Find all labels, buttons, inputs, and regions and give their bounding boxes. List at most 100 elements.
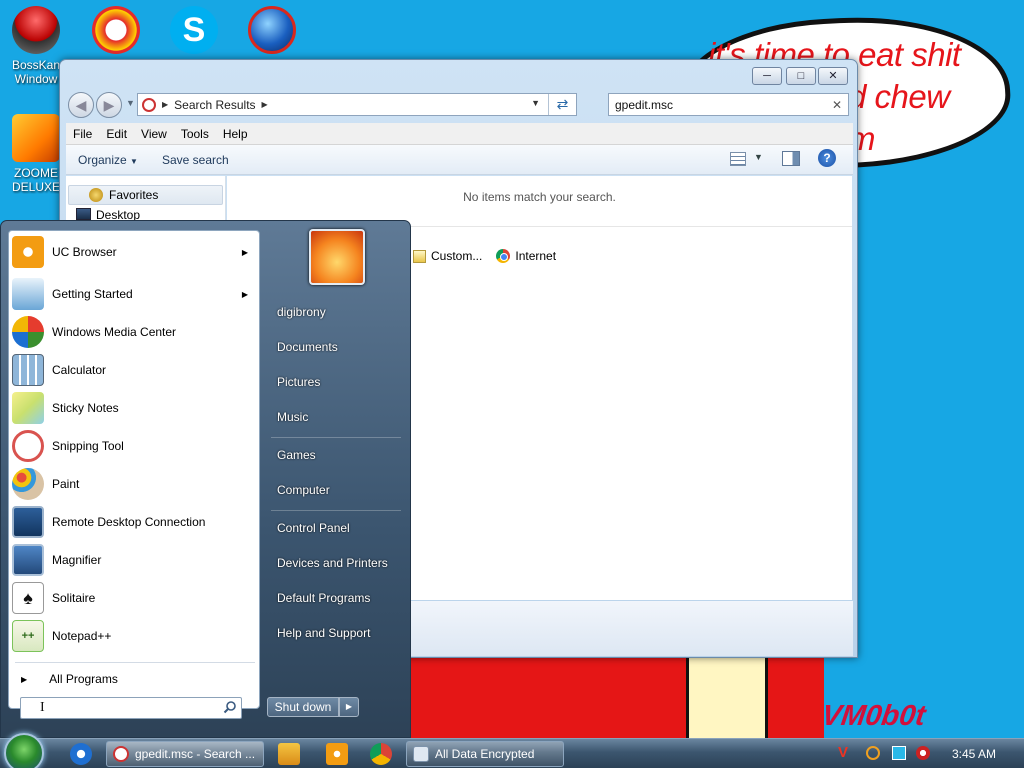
help-icon[interactable]: ? xyxy=(818,149,836,167)
tray-v-icon[interactable]: V xyxy=(838,745,852,760)
program-label: Calculator xyxy=(52,363,107,377)
taskbar-window-gpedit-search[interactable]: gpedit.msc - Search ... xyxy=(106,741,264,767)
shutdown-button[interactable]: Shut down xyxy=(267,697,339,717)
program-calculator[interactable]: Calculator xyxy=(12,352,258,388)
start-item-user[interactable]: digibrony xyxy=(277,305,326,319)
user-picture[interactable] xyxy=(309,229,365,285)
start-search-input[interactable] xyxy=(20,697,242,719)
taskbar: gpedit.msc - Search ... All Data Encrypt… xyxy=(0,733,1024,768)
recent-pages-dropdown[interactable]: ▼ xyxy=(126,98,135,108)
search-input[interactable]: gpedit.msc ✕ xyxy=(608,93,849,116)
command-bar: Organize ▼ Save search ▼ ? xyxy=(66,145,853,175)
program-label: Remote Desktop Connection xyxy=(52,515,206,529)
minimize-button[interactable]: ─ xyxy=(752,67,782,85)
search-again-internet[interactable]: Internet xyxy=(496,249,556,263)
start-button[interactable] xyxy=(4,733,44,768)
search-again-label: Internet xyxy=(515,249,557,263)
internet-explorer-icon[interactable] xyxy=(70,743,92,765)
breadcrumb-search-results[interactable]: Search Results xyxy=(174,98,255,112)
back-button[interactable]: ◀ xyxy=(68,92,94,118)
divider xyxy=(15,662,255,663)
search-again-custom[interactable]: Custom... xyxy=(413,249,482,263)
start-item-pictures[interactable]: Pictures xyxy=(277,375,320,389)
start-item-devices-and-printers[interactable]: Devices and Printers xyxy=(277,556,388,570)
desktop-icon-globe[interactable] xyxy=(236,0,308,58)
save-search-button[interactable]: Save search xyxy=(150,153,241,167)
start-item-computer[interactable]: Computer xyxy=(277,483,330,497)
view-dropdown-icon[interactable]: ▼ xyxy=(754,152,763,162)
preview-pane-icon[interactable] xyxy=(782,151,800,166)
program-label: Sticky Notes xyxy=(52,401,119,415)
submenu-arrow-icon[interactable]: ▶ xyxy=(242,248,248,257)
program-uc-browser[interactable]: UC Browser ▶ xyxy=(12,234,258,270)
submenu-arrow-icon[interactable]: ▶ xyxy=(242,290,248,299)
program-notepad-plus-plus[interactable]: ++ Notepad++ xyxy=(12,618,258,654)
program-solitaire[interactable]: ♠ Solitaire xyxy=(12,580,258,616)
menu-file[interactable]: File xyxy=(66,127,99,141)
start-item-help-and-support[interactable]: Help and Support xyxy=(277,626,370,640)
view-options-icon[interactable] xyxy=(730,152,746,166)
address-dropdown[interactable]: ▼ xyxy=(531,98,540,108)
divider xyxy=(271,510,401,511)
globe-icon xyxy=(248,6,296,54)
program-paint[interactable]: Paint xyxy=(12,466,258,502)
media-player-icon[interactable] xyxy=(278,743,300,765)
program-windows-media-center[interactable]: Windows Media Center xyxy=(12,314,258,350)
program-label: Paint xyxy=(52,477,80,491)
start-item-control-panel[interactable]: Control Panel xyxy=(277,521,350,535)
uc-browser-icon[interactable] xyxy=(326,743,348,765)
program-magnifier[interactable]: Magnifier xyxy=(12,542,258,578)
tray-display-icon[interactable] xyxy=(892,746,906,760)
menu-tools[interactable]: Tools xyxy=(174,127,216,141)
desktop-icon-skype[interactable]: S xyxy=(158,0,230,58)
chrome-icon xyxy=(496,249,511,263)
magnifier-icon xyxy=(12,544,44,576)
taskbar-window-all-data-encrypted[interactable]: All Data Encrypted xyxy=(406,741,564,767)
start-menu: UC Browser ▶ Getting Started ▶ Windows M… xyxy=(0,220,411,738)
menu-bar: File Edit View Tools Help xyxy=(66,123,853,145)
p-app-icon xyxy=(92,6,140,54)
tray-record-icon[interactable] xyxy=(916,746,930,760)
program-label: Magnifier xyxy=(52,553,102,567)
clock[interactable]: 3:45 AM xyxy=(952,747,996,761)
program-getting-started[interactable]: Getting Started ▶ xyxy=(12,276,258,312)
breadcrumb-arrow-icon[interactable]: ▶ xyxy=(262,100,268,109)
text-cursor-icon: I xyxy=(40,700,45,715)
desktop-icon xyxy=(76,208,91,220)
maximize-button[interactable]: □ xyxy=(786,67,816,85)
all-programs-button[interactable]: ▶ All Programs xyxy=(17,668,253,690)
start-item-default-programs[interactable]: Default Programs xyxy=(277,591,370,605)
breadcrumb-arrow-icon[interactable]: ▶ xyxy=(162,100,168,109)
start-item-documents[interactable]: Documents xyxy=(277,340,338,354)
nav-favorites[interactable]: Favorites xyxy=(68,185,223,205)
program-sticky-notes[interactable]: Sticky Notes xyxy=(12,390,258,426)
clear-search-icon[interactable]: ✕ xyxy=(832,98,842,112)
forward-button[interactable]: ▶ xyxy=(96,92,122,118)
address-bar[interactable]: ▶ Search Results ▶ ▼ ⇄ xyxy=(137,93,577,116)
menu-edit[interactable]: Edit xyxy=(99,127,134,141)
window-icon xyxy=(413,746,429,762)
start-item-music[interactable]: Music xyxy=(277,410,308,424)
program-remote-desktop-connection[interactable]: Remote Desktop Connection xyxy=(12,504,258,540)
start-item-games[interactable]: Games xyxy=(277,448,316,462)
getting-started-icon xyxy=(12,278,44,310)
refresh-icon[interactable]: ⇄ xyxy=(548,94,576,115)
close-button[interactable]: ✕ xyxy=(818,67,848,85)
nav-favorites-label: Favorites xyxy=(109,188,159,202)
tray-search-icon[interactable] xyxy=(866,746,880,760)
favorites-star-icon xyxy=(89,188,103,202)
sticky-notes-icon xyxy=(12,392,44,424)
program-label: Notepad++ xyxy=(52,629,112,643)
divider xyxy=(271,437,401,438)
paint-icon xyxy=(12,468,44,500)
organize-button[interactable]: Organize ▼ xyxy=(66,153,150,167)
shutdown-options-arrow-icon[interactable]: ▶ xyxy=(339,697,359,717)
program-snipping-tool[interactable]: Snipping Tool xyxy=(12,428,258,464)
desktop-icon-p-app[interactable] xyxy=(80,0,152,58)
menu-view[interactable]: View xyxy=(134,127,174,141)
menu-help[interactable]: Help xyxy=(216,127,255,141)
search-icon[interactable] xyxy=(223,700,237,714)
chrome-icon[interactable] xyxy=(370,743,392,765)
calculator-icon xyxy=(12,354,44,386)
search-input-value: gpedit.msc xyxy=(615,98,674,112)
